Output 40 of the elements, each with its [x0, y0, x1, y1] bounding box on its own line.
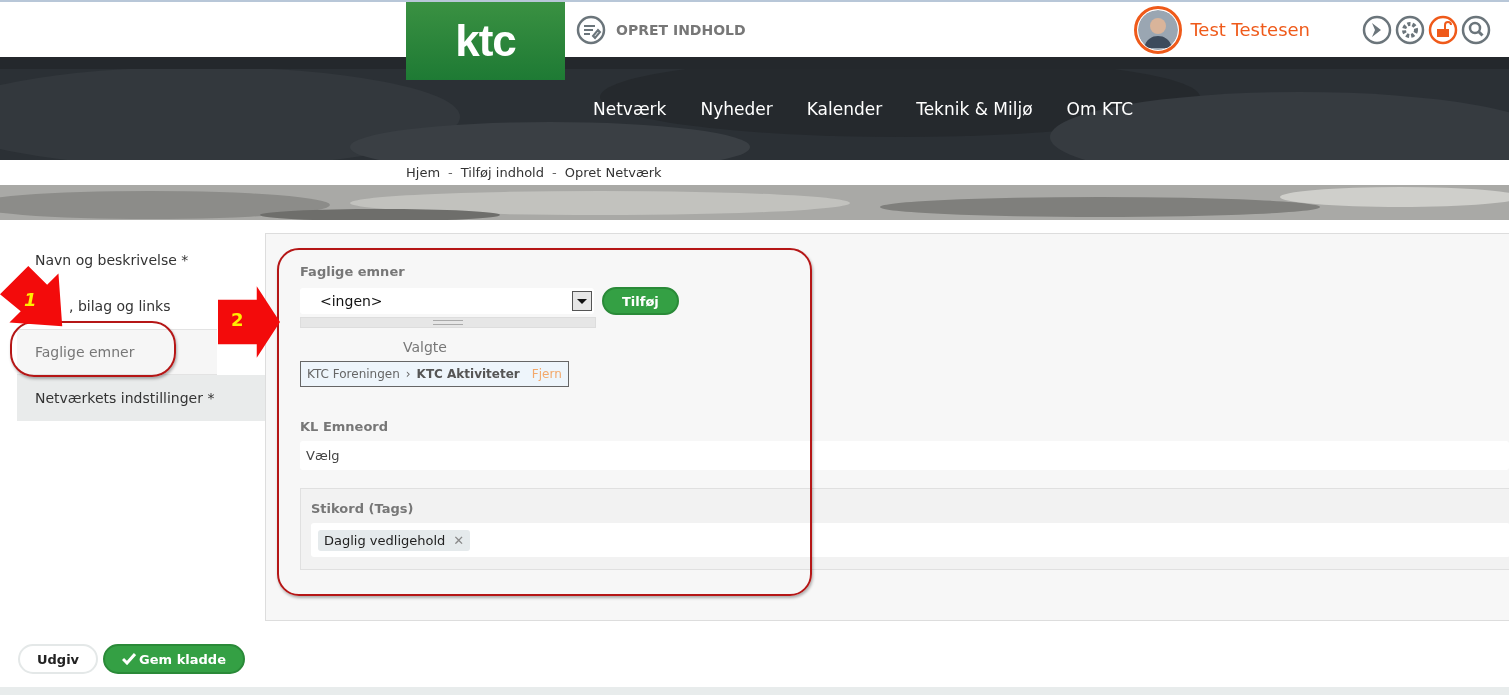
settings-icon[interactable]	[1395, 14, 1425, 45]
nav-link[interactable]: Nyheder	[700, 99, 773, 119]
sidebar-item[interactable]: , bilag og links	[69, 283, 171, 329]
callout-number: 1	[24, 289, 37, 310]
breadcrumb-link[interactable]: Opret Netværk	[564, 165, 662, 180]
input-field[interactable]: Vælg	[300, 441, 1509, 470]
sidebar-item[interactable]: Netværkets indstillinger *	[17, 375, 265, 421]
edit-icon	[576, 14, 606, 45]
nav-link[interactable]: Om KTC	[1066, 99, 1134, 119]
subject-name: KTC Aktiviteter	[416, 367, 520, 381]
check-icon	[122, 653, 137, 665]
tag-label: Daglig vedligehold	[324, 532, 446, 548]
breadcrumb-link[interactable]: Tilføj indhold	[460, 165, 544, 180]
nav-link[interactable]: Kalender	[806, 99, 883, 119]
dropdown[interactable]: <ingen>	[300, 288, 594, 314]
sidebar-item[interactable]: Faglige emner	[17, 329, 217, 375]
field-label: Faglige emner	[300, 264, 406, 279]
path-separator: ›	[405, 367, 411, 381]
tags-field[interactable]: Daglig vedligehold ✕	[311, 523, 1509, 557]
nav-link[interactable]: Netværk	[593, 99, 667, 119]
resize-handle[interactable]	[300, 317, 596, 328]
subject-path: KTC Foreningen	[307, 367, 400, 381]
field-label: Stikord (Tags)	[311, 501, 415, 516]
sidebar-item[interactable]: Navn og beskrivelse *	[17, 237, 265, 283]
search-icon[interactable]	[1461, 14, 1491, 45]
create-content-link[interactable]: OPRET INDHOLD	[576, 14, 746, 45]
callout-arrow	[218, 286, 280, 358]
caret-icon	[572, 291, 592, 311]
breadcrumb-link[interactable]: Hjem	[406, 165, 441, 180]
callout-number: 2	[231, 309, 244, 330]
breadcrumb-separator: -	[448, 165, 453, 180]
breadcrumb-separator: -	[551, 165, 557, 180]
user-name-link[interactable]: Test Testesen	[1190, 19, 1310, 40]
padlock-icon[interactable]	[1428, 14, 1458, 45]
publish-button[interactable]: Udgiv	[18, 644, 99, 674]
field-label: KL Emneord	[300, 419, 390, 434]
selected-heading: Valgte	[402, 339, 448, 355]
avatar[interactable]	[1134, 5, 1183, 54]
nav-link[interactable]: Teknik & Miljø	[916, 99, 1033, 119]
logo[interactable]: ktc	[406, 2, 565, 80]
